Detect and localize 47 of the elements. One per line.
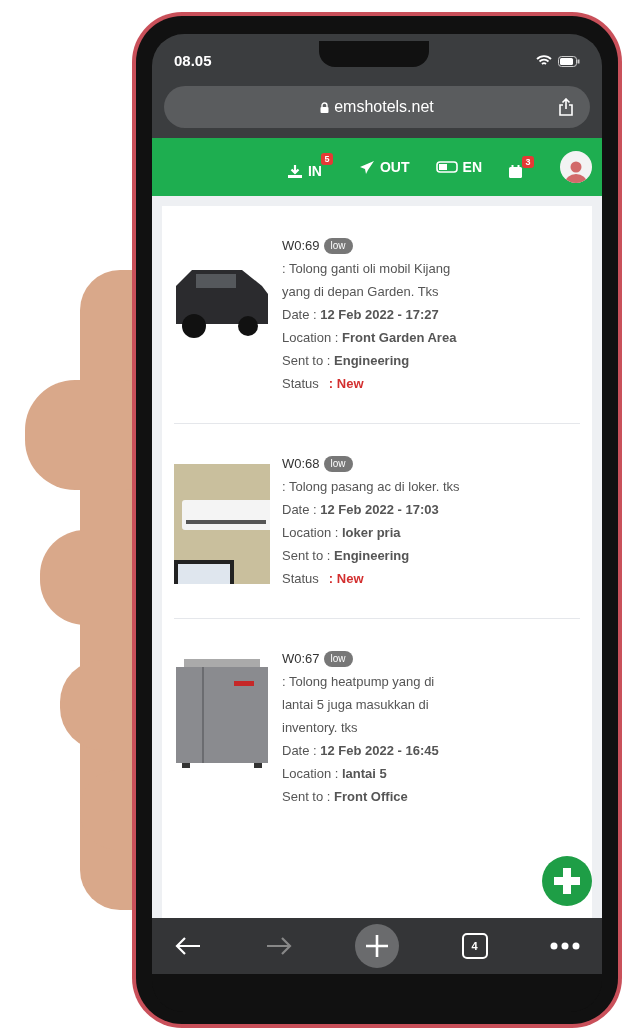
location-text: Location : lantai 5 — [282, 765, 388, 783]
language-button[interactable]: EN — [435, 156, 482, 178]
avatar-silhouette-icon — [565, 159, 587, 183]
location-text: Location : Front Garden Area — [282, 329, 458, 347]
sent-to-text: Sent to : Front Office — [282, 788, 409, 806]
priority-badge: low — [323, 237, 353, 254]
description-text: : Tolong heatpump yang di lantai 5 juga masukkan di inventory. tks — [282, 673, 436, 737]
calendar-button[interactable]: 3 — [508, 155, 534, 179]
work-order-number: W0:68 — [282, 455, 320, 473]
share-icon[interactable] — [558, 98, 574, 116]
battery-icon — [558, 55, 580, 67]
forward-icon[interactable] — [264, 936, 293, 956]
priority-badge: low — [323, 455, 353, 472]
paper-plane-icon — [359, 159, 375, 175]
status-value: : New — [328, 375, 364, 393]
inbox-button[interactable]: IN 5 — [287, 152, 333, 182]
date-text: Date : 12 Feb 2022 - 17:03 — [282, 501, 440, 519]
status-time: 08.05 — [174, 50, 212, 71]
more-icon[interactable] — [550, 942, 580, 950]
date-text: Date : 12 Feb 2022 - 16:45 — [282, 742, 440, 760]
status-label: Status — [282, 570, 319, 588]
url-text: emshotels.net — [334, 97, 434, 117]
tab-count-button[interactable]: 4 — [461, 933, 488, 959]
count-badge: 3 — [522, 155, 534, 168]
sent-to-text: Sent to : Engineering — [282, 352, 411, 370]
priority-badge: low — [323, 650, 353, 667]
back-icon[interactable] — [174, 936, 202, 956]
status-label: Status — [282, 375, 319, 393]
download-icon — [287, 163, 303, 179]
description-text: : Tolong pasang ac di loker. tks — [282, 478, 460, 496]
toggle-icon — [435, 161, 458, 173]
status-value: : New — [328, 570, 364, 588]
outbox-button[interactable]: OUT — [359, 156, 410, 178]
count-badge: 5 — [321, 152, 333, 165]
calendar-icon — [508, 163, 523, 179]
sent-to-text: Sent to : Engineering — [282, 547, 411, 565]
location-text: Location : loker pria — [282, 524, 402, 542]
description-text: : Tolong ganti oli mobil Kijang yang di depan Garden. Tks — [282, 260, 452, 301]
address-bar[interactable]: emshotels.net — [164, 86, 590, 128]
date-text: Date : 12 Feb 2022 - 17:27 — [282, 306, 440, 324]
wifi-icon — [536, 55, 552, 67]
new-tab-icon[interactable] — [355, 924, 399, 968]
work-order-number: W0:69 — [282, 237, 320, 255]
work-order-number: W0:67 — [282, 650, 320, 668]
lock-icon — [320, 101, 330, 113]
avatar-button[interactable] — [560, 151, 592, 183]
plus-icon — [552, 866, 582, 896]
